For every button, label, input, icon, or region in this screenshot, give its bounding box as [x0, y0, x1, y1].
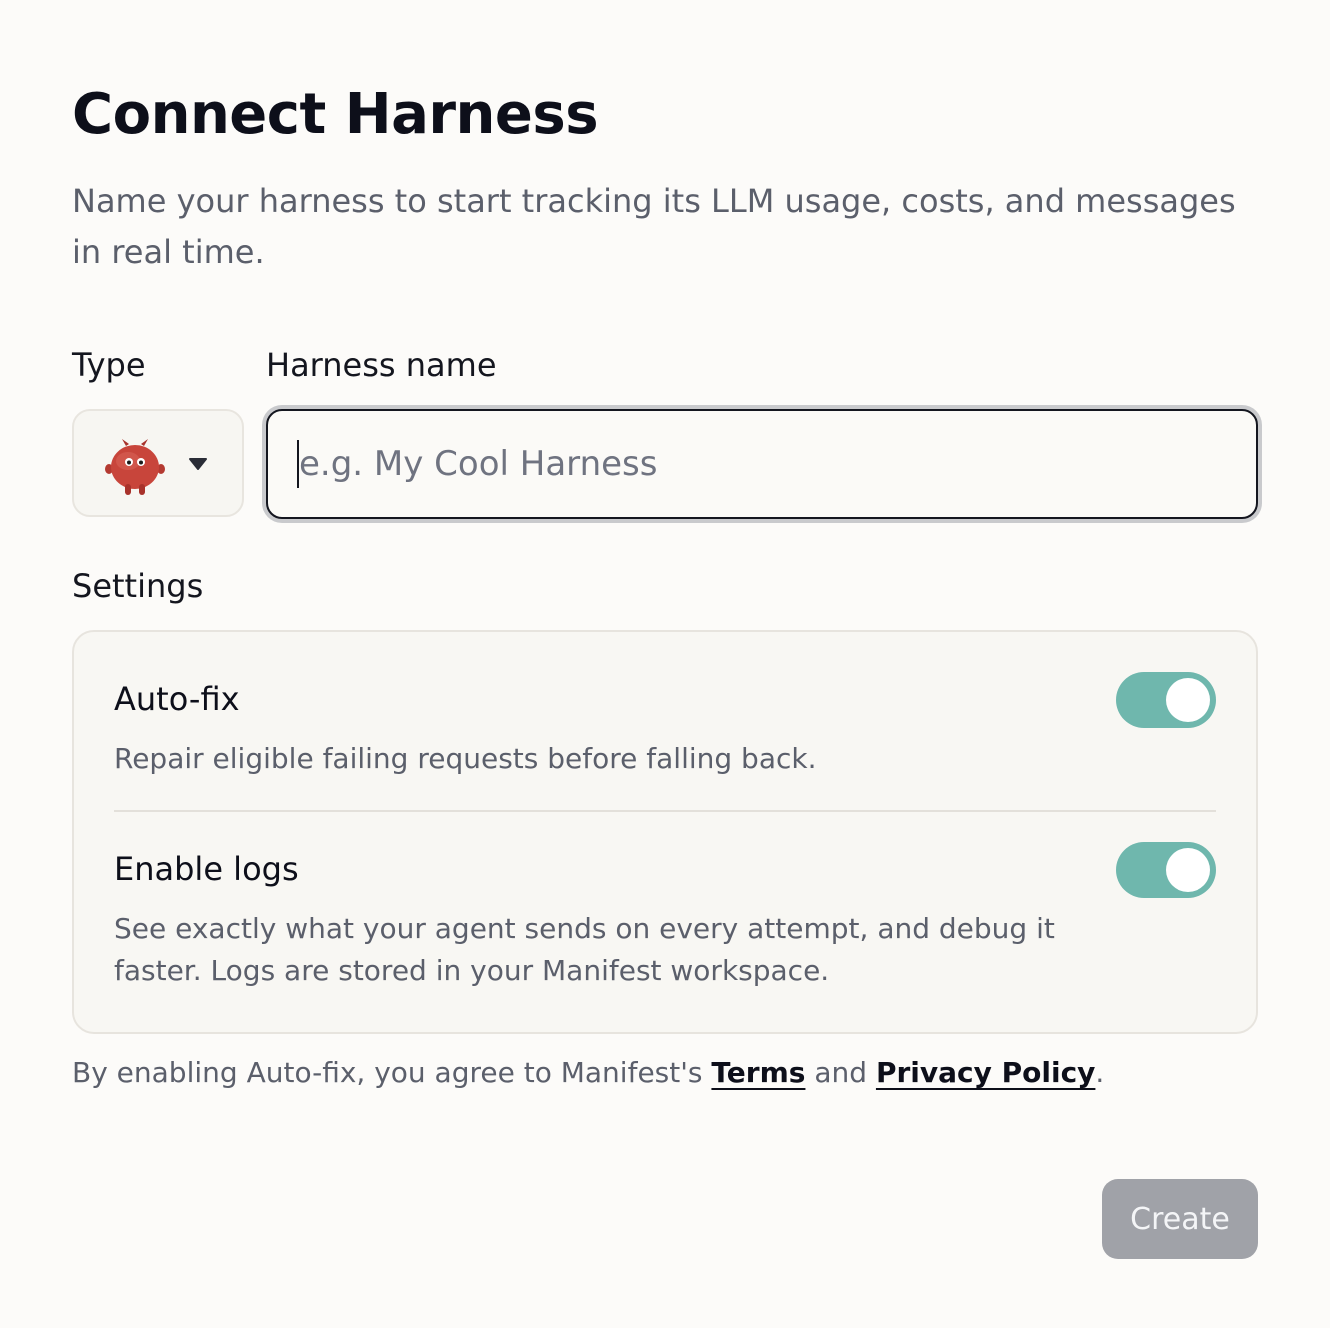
- chevron-down-icon: [189, 458, 207, 470]
- toggle-knob: [1166, 848, 1210, 892]
- auto-fix-title: Auto-fix: [114, 680, 240, 718]
- create-button[interactable]: Create: [1102, 1179, 1258, 1259]
- enable-logs-toggle[interactable]: [1116, 842, 1216, 898]
- toggle-knob: [1166, 678, 1210, 722]
- page-title: Connect Harness: [72, 82, 599, 147]
- privacy-policy-link[interactable]: Privacy Policy: [876, 1056, 1095, 1089]
- type-label: Type: [72, 346, 146, 384]
- type-select-button[interactable]: [72, 409, 244, 517]
- legal-prefix: By enabling Auto-fix, you agree to Manif…: [72, 1056, 712, 1089]
- enable-logs-description: See exactly what your agent sends on eve…: [114, 912, 1055, 987]
- settings-label: Settings: [72, 567, 204, 605]
- red-creature-avatar-icon: [105, 439, 165, 495]
- legal-middle: and: [805, 1056, 876, 1089]
- auto-fix-description: Repair eligible failing requests before …: [114, 742, 817, 775]
- auto-fix-toggle[interactable]: [1116, 672, 1216, 728]
- harness-name-focus-ring: [262, 405, 1262, 523]
- page-subtitle: Name your harness to start tracking its …: [72, 182, 1236, 271]
- legal-notice: By enabling Auto-fix, you agree to Manif…: [72, 1056, 1104, 1089]
- enable-logs-title: Enable logs: [114, 850, 299, 888]
- terms-link[interactable]: Terms: [711, 1056, 805, 1089]
- harness-name-input[interactable]: [266, 409, 1258, 519]
- text-cursor: [297, 440, 299, 488]
- legal-suffix: .: [1095, 1056, 1105, 1089]
- harness-name-label: Harness name: [266, 346, 497, 384]
- settings-divider: [114, 810, 1216, 812]
